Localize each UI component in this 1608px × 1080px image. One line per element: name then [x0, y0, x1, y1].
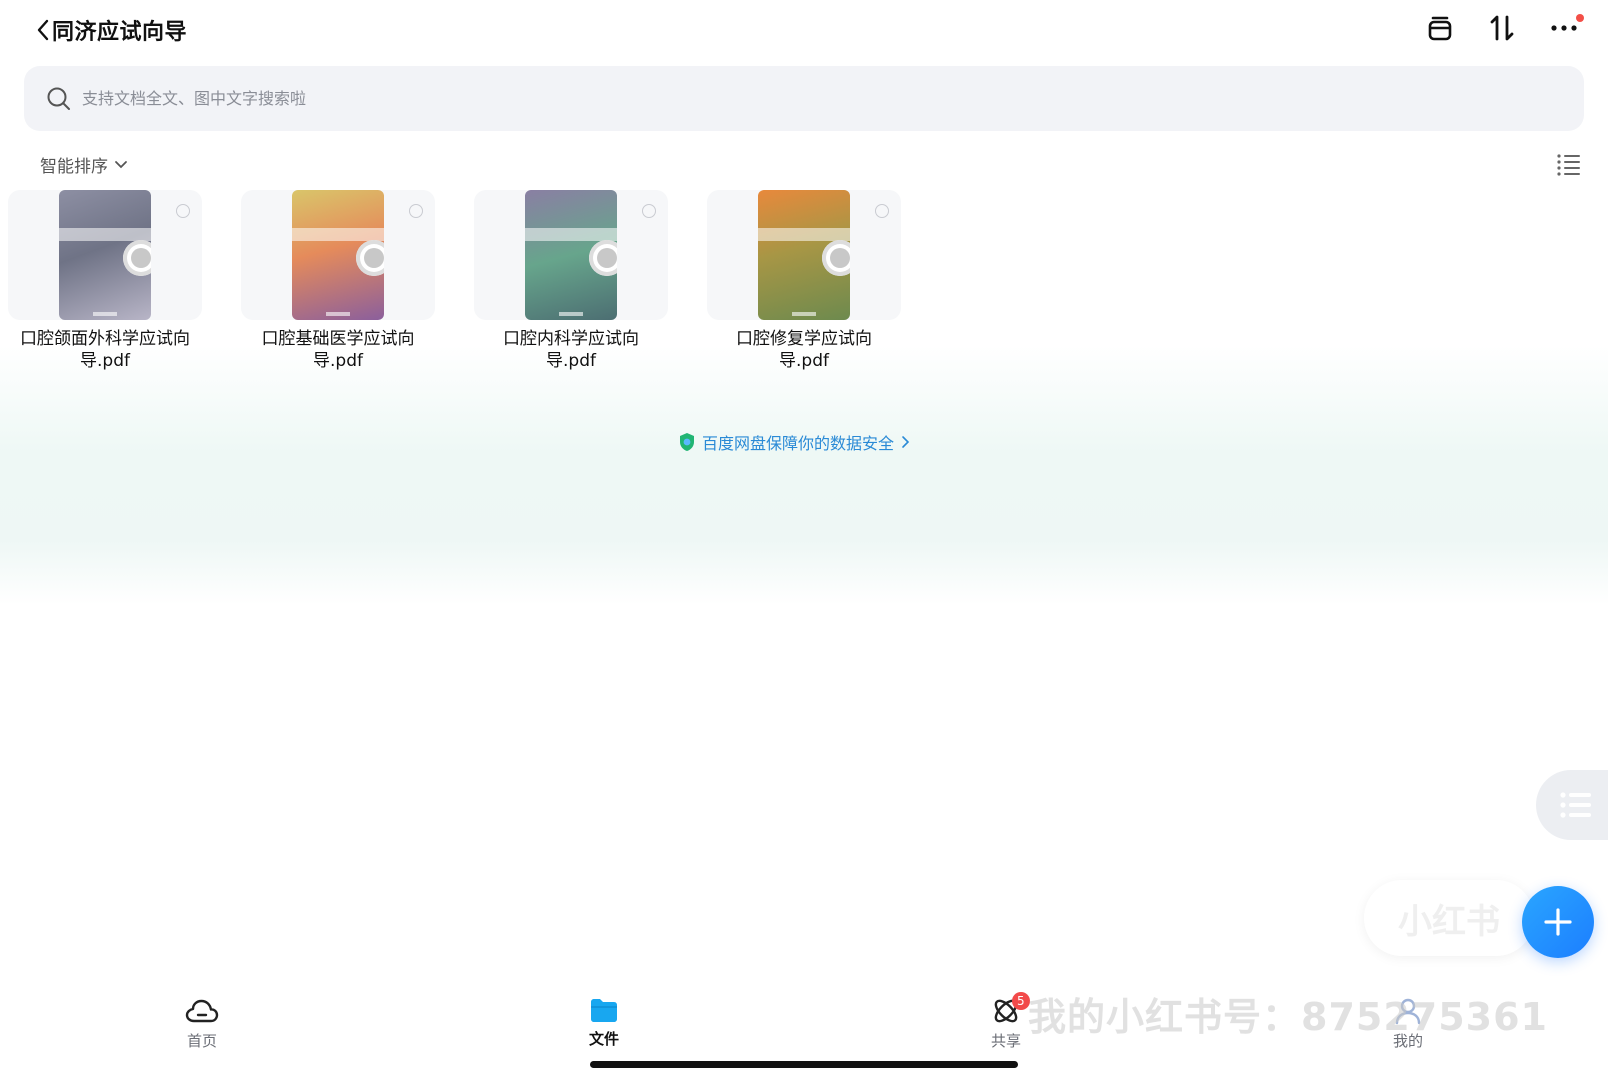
select-checkbox[interactable]	[409, 204, 423, 218]
file-name: 口腔颌面外科学应试向导.pdf	[20, 329, 190, 371]
file-item[interactable]: 口腔内科学应试向导.pdf	[474, 190, 668, 372]
pdf-cover	[292, 190, 384, 320]
tab-label: 首页	[186, 1032, 217, 1050]
archive-icon	[1428, 16, 1452, 41]
file-name: 口腔修复学应试向导.pdf	[736, 329, 872, 371]
top-bar: 同济应试向导	[0, 0, 1608, 58]
add-button[interactable]	[1522, 886, 1594, 958]
tab-home[interactable]: 首页	[162, 996, 242, 1051]
cloud-icon	[185, 999, 219, 1023]
select-checkbox[interactable]	[642, 204, 656, 218]
file-thumbnail	[8, 190, 202, 320]
search-input[interactable]	[80, 88, 1284, 109]
plus-icon	[1544, 908, 1572, 936]
file-name: 口腔基础医学应试向导.pdf	[261, 329, 415, 371]
file-thumbnail	[241, 190, 435, 320]
page-title: 同济应试向导	[52, 20, 188, 45]
file-item[interactable]: 口腔颌面外科学应试向导.pdf	[8, 190, 202, 372]
search-bar[interactable]	[24, 66, 1584, 131]
search-icon	[47, 87, 70, 110]
file-thumbnail	[707, 190, 901, 320]
file-grid: 口腔颌面外科学应试向导.pdf 口腔基础医学应试向导.pdf 口腔内科学应试向导…	[8, 190, 901, 372]
tab-files[interactable]: 文件	[564, 996, 644, 1049]
file-item[interactable]: 口腔修复学应试向导.pdf	[707, 190, 901, 372]
pdf-cover	[525, 190, 617, 320]
chevron-down-icon	[115, 160, 127, 168]
file-item[interactable]: 口腔基础医学应试向导.pdf	[241, 190, 435, 372]
side-list-button[interactable]	[1536, 770, 1608, 840]
more-icon	[1551, 25, 1577, 31]
tab-label: 文件	[588, 1030, 619, 1048]
file-name: 口腔内科学应试向导.pdf	[503, 329, 639, 371]
watermark-text: 我的小红书号：875275361	[1028, 995, 1548, 1039]
security-notice-text: 百度网盘保障你的数据安全	[702, 434, 895, 453]
sort-transfer-icon	[1490, 15, 1514, 41]
back-button[interactable]: 同济应试向导	[36, 14, 187, 46]
file-thumbnail	[474, 190, 668, 320]
select-checkbox[interactable]	[176, 204, 190, 218]
list-icon	[1560, 792, 1591, 818]
transfer-button[interactable]	[1486, 12, 1518, 44]
more-button[interactable]	[1548, 12, 1584, 44]
home-indicator	[590, 1061, 1018, 1068]
shield-icon	[680, 433, 694, 451]
security-notice-link[interactable]: 百度网盘保障你的数据安全	[678, 430, 910, 454]
chevron-left-icon	[37, 19, 49, 41]
tab-label: 共享	[990, 1032, 1021, 1050]
sort-dropdown[interactable]: 智能排序	[40, 152, 128, 177]
archive-button[interactable]	[1424, 12, 1456, 44]
pdf-cover	[758, 190, 850, 320]
chevron-right-icon	[902, 436, 910, 448]
pdf-cover	[59, 190, 151, 320]
sort-label: 智能排序	[40, 157, 108, 177]
folder-icon	[591, 999, 617, 1022]
list-view-icon[interactable]	[1556, 152, 1582, 176]
watermark-logo: 小红书	[1364, 880, 1534, 956]
notification-dot	[1576, 14, 1584, 22]
top-actions	[1424, 12, 1584, 44]
select-checkbox[interactable]	[875, 204, 889, 218]
share-badge: 5	[1012, 992, 1030, 1010]
